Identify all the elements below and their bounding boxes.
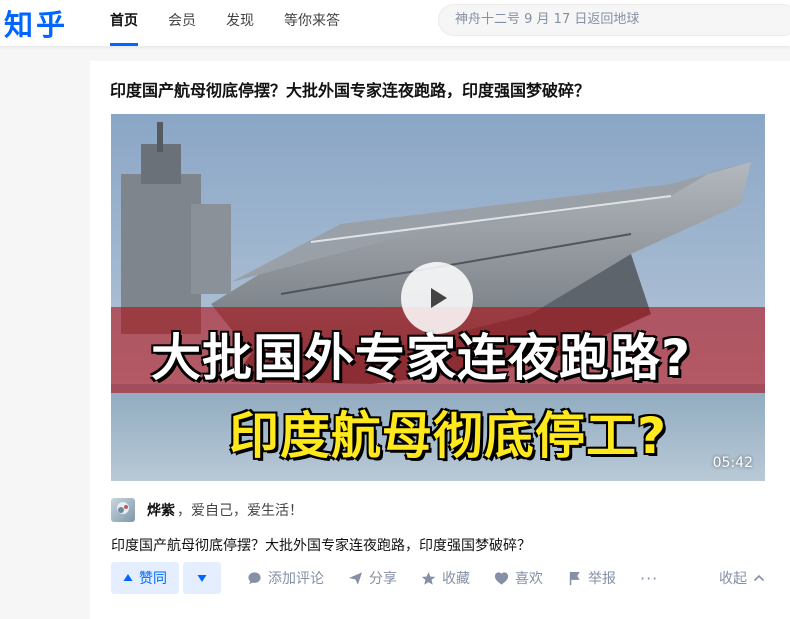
like-button[interactable]: 喜欢	[494, 568, 543, 588]
share-label: 分享	[369, 571, 397, 587]
nav-item-waiting-answers[interactable]: 等你来答	[284, 0, 340, 46]
heart-icon	[494, 571, 509, 585]
play-button[interactable]	[401, 262, 473, 334]
collapse-label: 收起	[719, 571, 747, 587]
comment-button[interactable]: 添加评论	[247, 568, 324, 588]
comment-icon	[248, 571, 261, 584]
video-player[interactable]: 大批国外专家连夜跑路? 印度航母彻底停工? 05:42	[111, 114, 765, 481]
more-options-button[interactable]: ···	[640, 569, 658, 588]
author-name[interactable]: 烨紫	[147, 500, 175, 520]
feed-card: 印度国产航母彻底停摆？大批外国专家连夜跑路，印度强国梦破碎？ 大批国外专家连夜跑…	[90, 61, 790, 619]
action-bar: 赞同 添加评论 分享 收藏 喜欢 举报 ··· 收起	[111, 562, 765, 594]
comment-label: 添加评论	[268, 571, 324, 587]
nav-item-home[interactable]: 首页	[110, 0, 138, 46]
avatar[interactable]	[111, 498, 135, 522]
answer-excerpt[interactable]: 印度国产航母彻底停摆？大批外国专家连夜跑路，印度强国梦破碎？	[111, 535, 531, 555]
video-duration: 05:42	[712, 455, 753, 471]
video-caption-line2: 印度航母彻底停工?	[229, 407, 668, 465]
search-input[interactable]: 神舟十二号 9 月 17 日返回地球	[438, 4, 790, 36]
vote-down-button[interactable]	[183, 562, 221, 594]
report-label: 举报	[588, 571, 616, 587]
vote-up-label: 赞同	[139, 571, 167, 587]
nav-item-discover[interactable]: 发现	[226, 0, 254, 46]
like-label: 喜欢	[515, 571, 543, 587]
flag-icon	[569, 571, 580, 585]
share-icon	[348, 571, 363, 585]
triangle-down-icon	[197, 575, 207, 582]
share-button[interactable]: 分享	[348, 568, 397, 588]
favorite-button[interactable]: 收藏	[421, 568, 470, 588]
author-info: 烨紫 ，爱自己，爱生活！	[111, 498, 303, 522]
play-icon	[431, 288, 447, 308]
report-button[interactable]: 举报	[567, 568, 616, 588]
question-title[interactable]: 印度国产航母彻底停摆？大批外国专家连夜跑路，印度强国梦破碎？	[110, 77, 590, 101]
nav-item-membership[interactable]: 会员	[168, 0, 196, 46]
vote-up-button[interactable]: 赞同	[111, 562, 179, 594]
star-icon	[421, 571, 436, 585]
author-bio: ，爱自己，爱生活！	[177, 503, 303, 519]
chevron-up-icon	[753, 574, 765, 582]
zhihu-logo[interactable]: 知乎	[4, 2, 68, 44]
collapse-button[interactable]: 收起	[719, 568, 765, 588]
favorite-label: 收藏	[442, 571, 470, 587]
triangle-up-icon	[123, 574, 133, 581]
top-header: 知乎 首页 会员 发现 等你来答 神舟十二号 9 月 17 日返回地球	[0, 0, 790, 46]
main-nav: 首页 会员 发现 等你来答	[110, 0, 370, 46]
